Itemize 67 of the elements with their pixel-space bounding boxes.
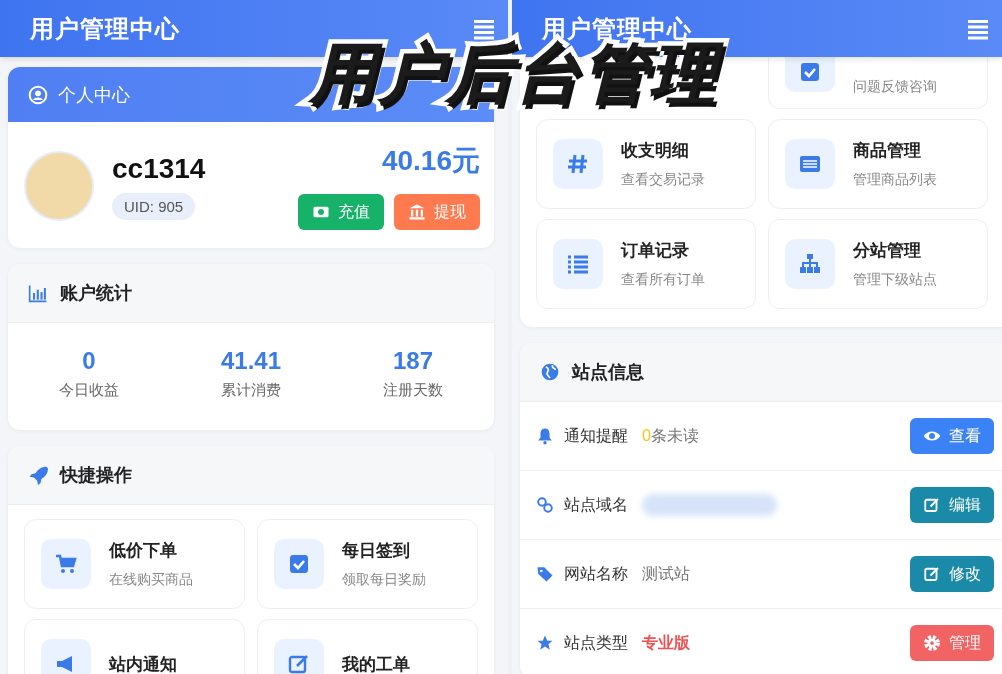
gear-icon xyxy=(923,634,941,652)
globe-icon xyxy=(540,362,560,382)
uid-badge: UID: 905 xyxy=(112,192,196,220)
info-value: 专业版 xyxy=(642,632,690,653)
unread-count: 0 xyxy=(642,427,651,445)
edit-button[interactable]: 修改 xyxy=(910,556,994,592)
action-card[interactable]: 问题反馈咨询 xyxy=(768,57,988,109)
action-card[interactable]: 每日签到 领取每日奖励 xyxy=(257,519,478,609)
action-subtitle: 管理下级站点 xyxy=(853,271,937,289)
hash-icon xyxy=(566,152,590,176)
action-subtitle: 领取每日奖励 xyxy=(342,571,426,589)
edit-icon xyxy=(923,565,941,583)
edit-button[interactable]: 编辑 xyxy=(910,487,994,523)
section-title: 账户统计 xyxy=(60,282,132,305)
rocket-icon xyxy=(28,465,48,485)
action-title: 收支明细 xyxy=(621,140,690,162)
info-label: 网站名称 xyxy=(564,563,628,584)
info-label: 通知提醒 xyxy=(564,425,628,446)
info-value: 测试站 xyxy=(642,563,690,584)
action-card[interactable]: 订单记录 查看所有订单 xyxy=(536,219,756,309)
action-subtitle: 查看交易记录 xyxy=(621,171,705,189)
action-title: 订单记录 xyxy=(621,240,690,262)
info-value: 条未读 xyxy=(650,425,699,446)
section-title: 个人中心 xyxy=(58,83,130,107)
action-card[interactable]: 我的工单 xyxy=(257,619,478,674)
action-subtitle: 查看所有订单 xyxy=(621,271,705,289)
action-card[interactable]: 低价下单 在线购买商品 xyxy=(24,519,245,609)
info-label: 站点域名 xyxy=(564,494,628,515)
info-label: 站点类型 xyxy=(564,632,628,653)
stat-label: 今日收益 xyxy=(59,381,119,400)
stat-value: 0 xyxy=(82,347,96,375)
balance-amount: 40.16元 xyxy=(381,144,480,178)
action-subtitle: 管理商品列表 xyxy=(853,171,937,189)
star-icon xyxy=(536,634,554,652)
bell-icon xyxy=(536,427,554,445)
action-subtitle: 问题反馈咨询 xyxy=(853,78,937,96)
user-icon xyxy=(28,84,48,105)
action-card[interactable]: 站内通知 xyxy=(24,619,245,674)
username: cc1314 xyxy=(112,152,206,185)
stat-label: 注册天数 xyxy=(383,381,443,400)
edit-icon xyxy=(287,652,311,674)
action-title: 我的工单 xyxy=(342,653,410,674)
tag-icon xyxy=(536,565,554,583)
bank-icon xyxy=(408,203,426,221)
action-title: 站内通知 xyxy=(109,653,177,674)
action-card[interactable]: 商品管理 管理商品列表 xyxy=(768,119,988,209)
bar-chart-icon xyxy=(28,283,48,303)
action-title: 商品管理 xyxy=(853,140,922,162)
link-icon xyxy=(536,496,554,514)
cart-icon xyxy=(54,552,78,576)
action-subtitle: 在线购买商品 xyxy=(109,571,193,589)
action-title: 每日签到 xyxy=(342,540,411,562)
action-title: 分站管理 xyxy=(853,240,922,262)
stat-label: 累计消费 xyxy=(221,381,281,400)
view-button[interactable]: 查看 xyxy=(910,418,994,454)
action-title: 低价下单 xyxy=(109,540,178,562)
stat-value: 41.41 xyxy=(220,347,282,375)
stat-value: 187 xyxy=(392,347,433,375)
action-card[interactable]: 收支明细 查看交易记录 xyxy=(536,119,756,209)
app-title: 用户管理中心 xyxy=(30,13,180,44)
edit-icon xyxy=(923,496,941,514)
section-title: 站点信息 xyxy=(572,361,644,384)
action-card[interactable]: 分站管理 管理下级站点 xyxy=(768,219,988,309)
sitemap-icon xyxy=(798,252,822,276)
checkbox-icon xyxy=(798,60,822,84)
checkbox-icon xyxy=(287,552,311,576)
section-title: 快捷操作 xyxy=(60,464,132,487)
